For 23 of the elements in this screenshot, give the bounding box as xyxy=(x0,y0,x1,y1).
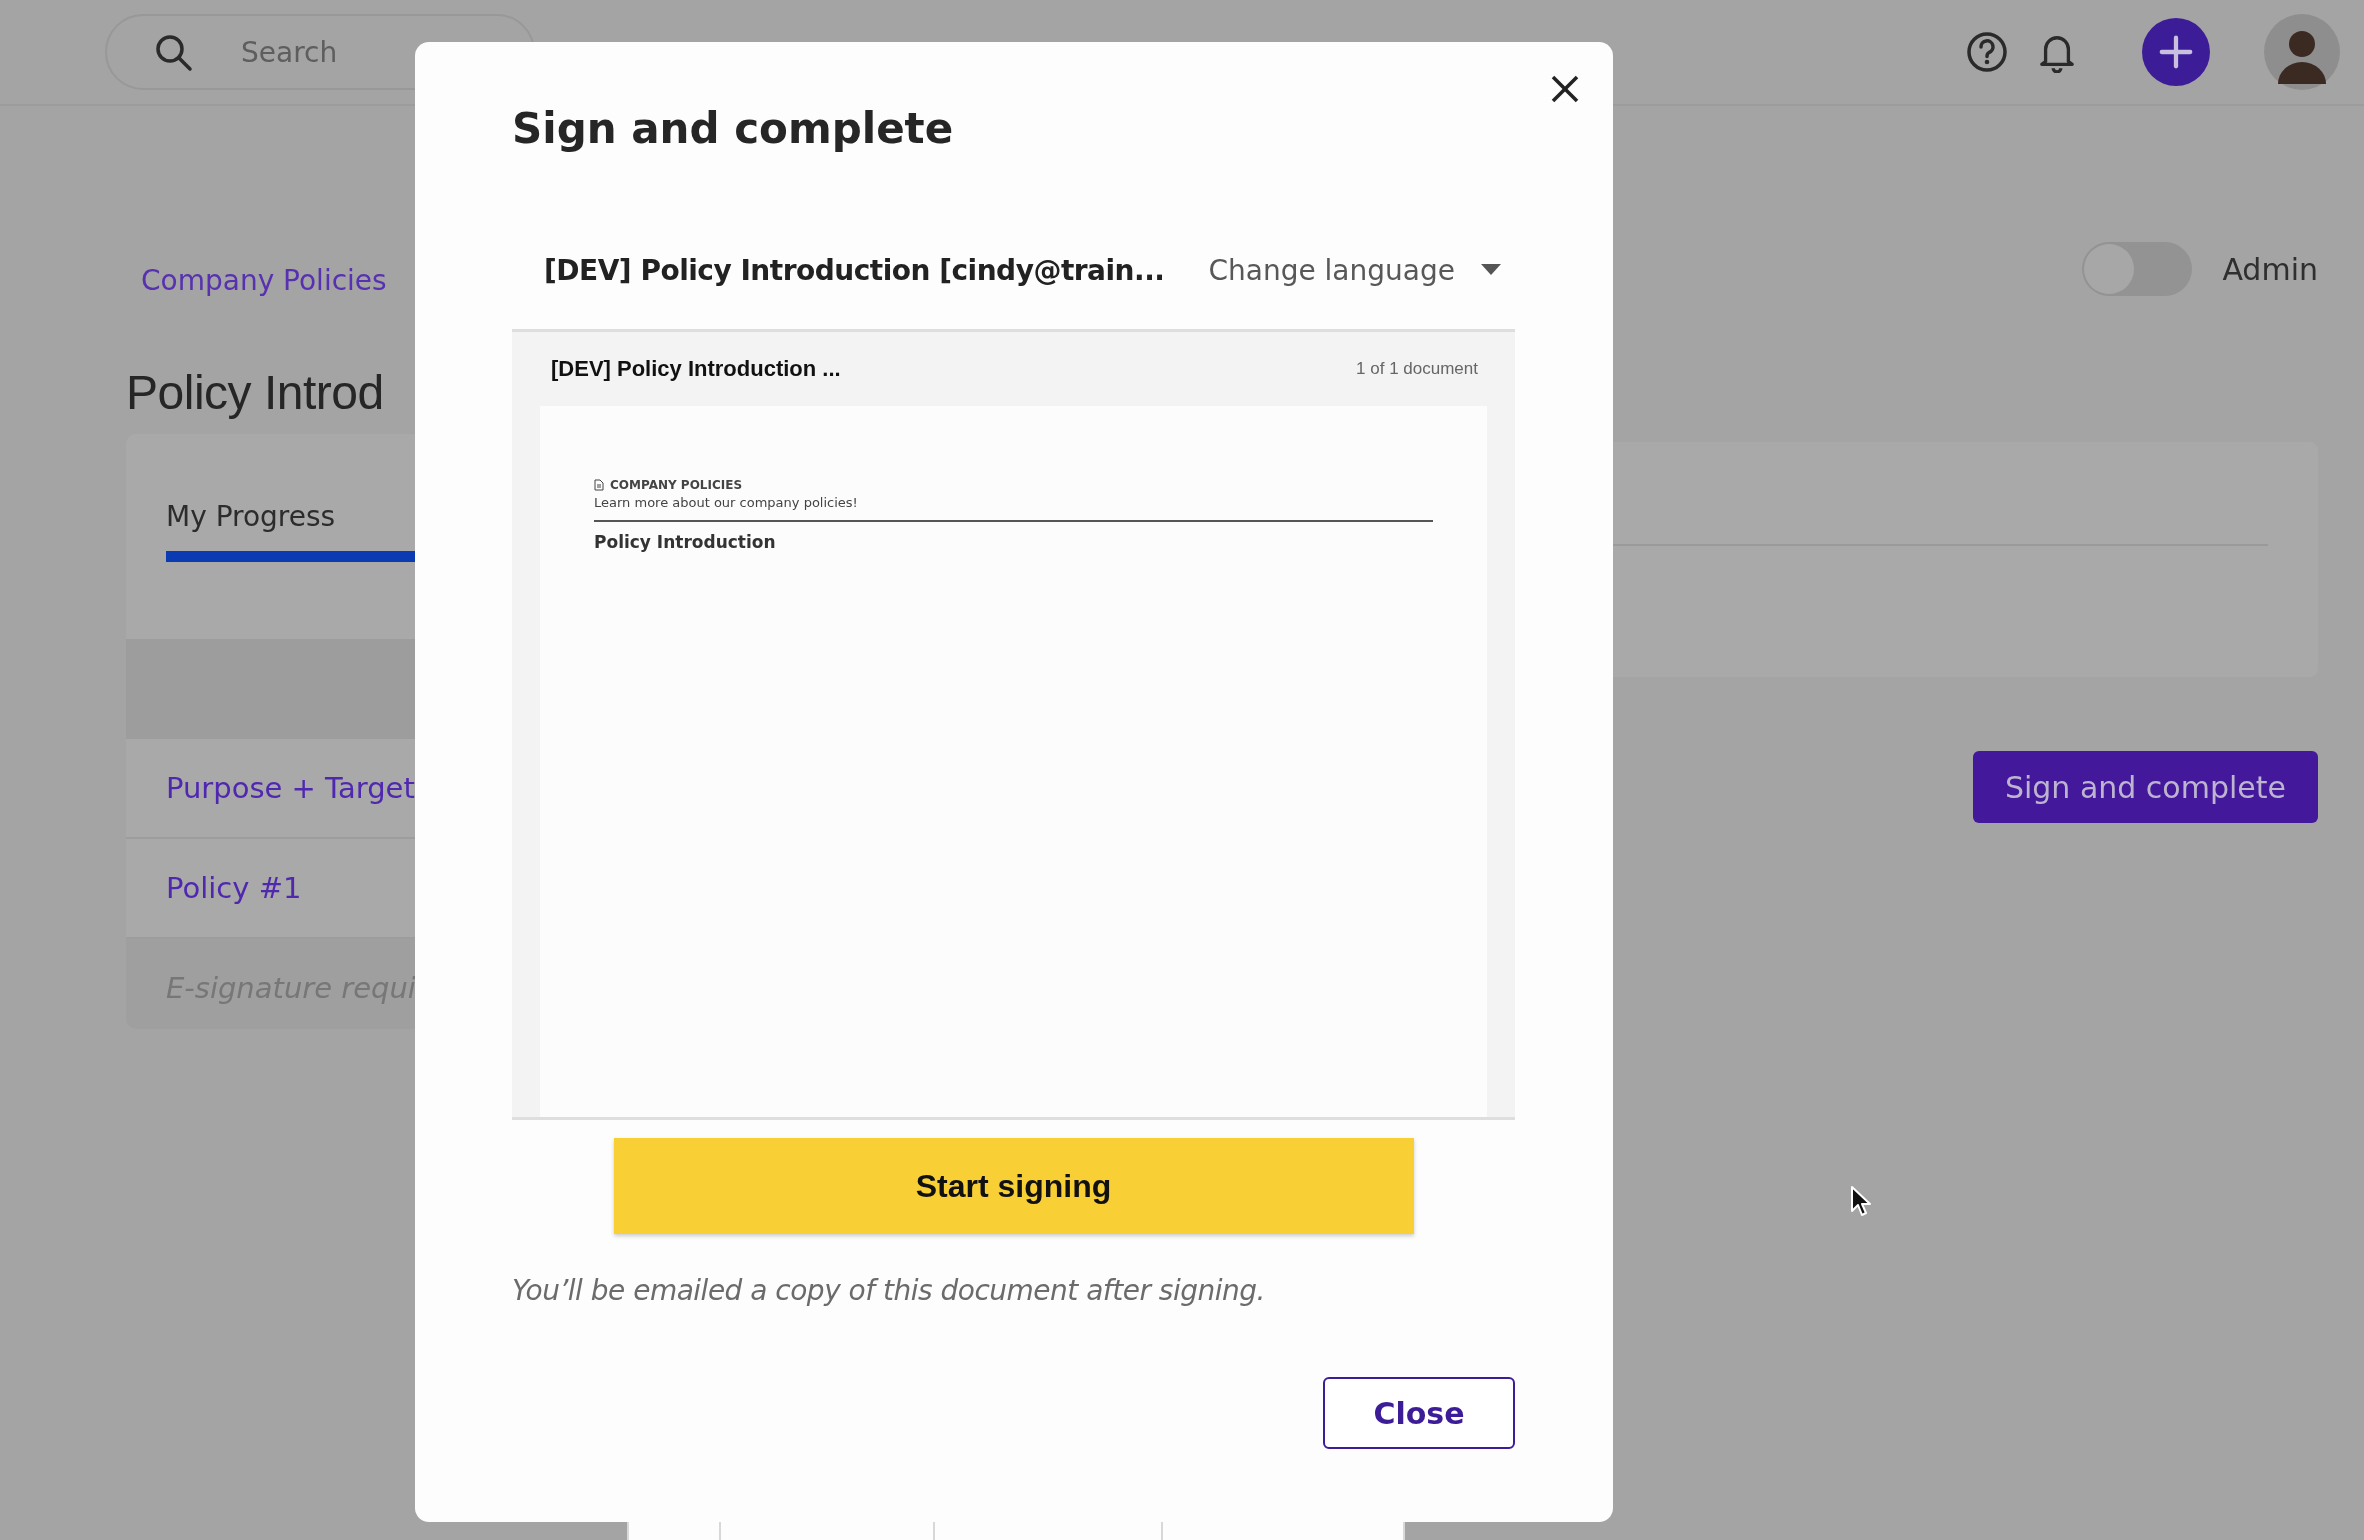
mouse-cursor-icon xyxy=(1850,1185,1874,1219)
sign-and-complete-button[interactable]: Sign and complete xyxy=(1972,751,2318,823)
close-icon[interactable] xyxy=(1550,74,1580,104)
page-section-label: COMPANY POLICIES xyxy=(610,478,743,492)
search-field[interactable]: Search xyxy=(105,14,535,90)
avatar-icon[interactable] xyxy=(2264,14,2340,90)
document-name: [DEV] Policy Introduction [cindy@train... xyxy=(544,253,1165,287)
page-heading: Policy Introduction xyxy=(594,532,777,552)
close-button[interactable]: Close xyxy=(1323,1377,1515,1449)
plus-icon xyxy=(2157,33,2195,71)
document-icon xyxy=(594,479,604,491)
start-signing-button[interactable]: Start signing xyxy=(613,1138,1414,1234)
help-icon[interactable] xyxy=(1966,31,2008,73)
dialog-title: Sign and complete xyxy=(512,104,955,153)
caret-icon xyxy=(1480,264,1501,276)
viewer-document-name: [DEV] Policy Introduction ... xyxy=(551,356,841,382)
search-icon xyxy=(153,32,193,72)
page-title: Policy Introd xyxy=(126,365,384,420)
document-count: 1 of 1 document xyxy=(1356,359,1478,379)
language-dropdown[interactable]: Change language xyxy=(1208,253,1501,287)
email-note: You’ll be emailed a copy of this document after signing. xyxy=(512,1274,1266,1307)
page-subtitle: Learn more about our company policies! xyxy=(594,495,859,510)
admin-label: Admin xyxy=(2222,251,2318,287)
